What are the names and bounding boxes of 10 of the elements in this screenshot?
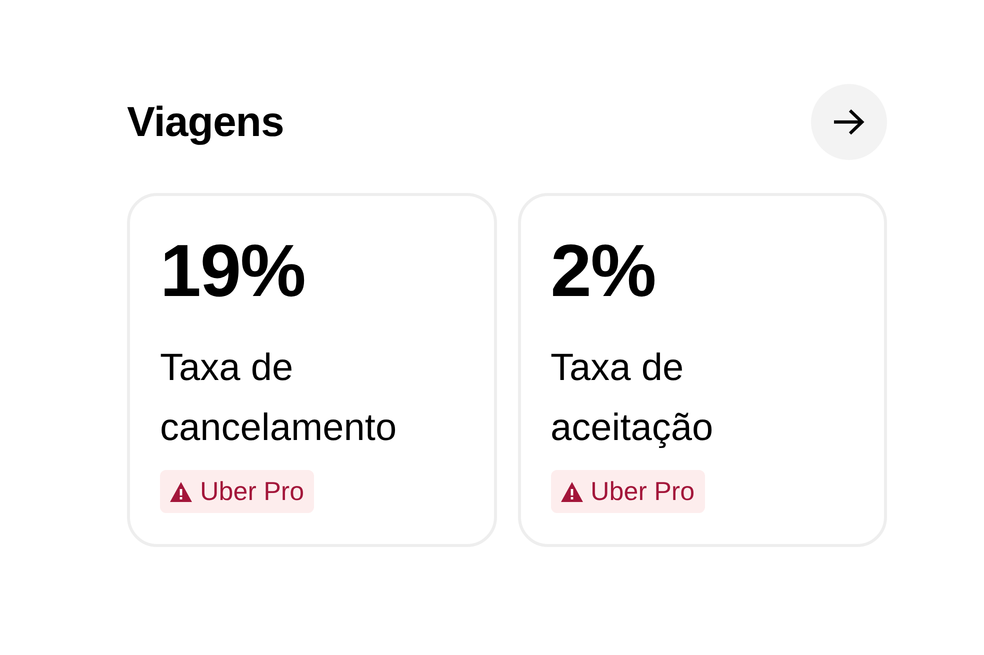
- stat-value: 19%: [160, 234, 306, 308]
- tag-label: Uber Pro: [590, 476, 695, 508]
- warning-icon: [170, 482, 192, 502]
- stat-label: Taxa de aceitação: [550, 346, 714, 451]
- stat-value: 2%: [550, 234, 656, 308]
- tag-label: Uber Pro: [200, 476, 304, 508]
- stat-label: Taxa de cancelamento: [160, 346, 398, 451]
- warning-icon: [560, 482, 582, 502]
- right-arrow-icon: [833, 109, 865, 135]
- section-title: Viagens: [127, 101, 284, 143]
